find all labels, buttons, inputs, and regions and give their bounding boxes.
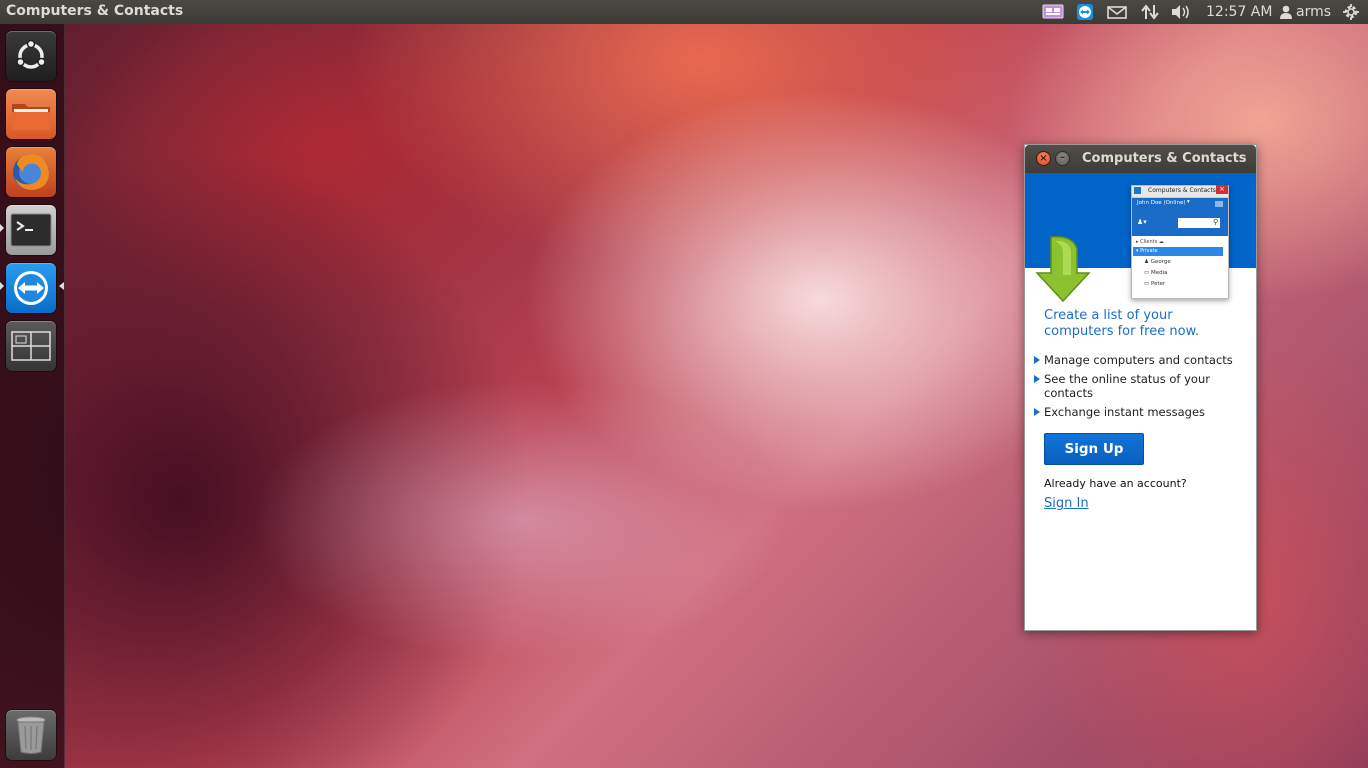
focused-indicator [59, 282, 64, 290]
window-title: Computers & Contacts [1082, 151, 1247, 166]
preview-close-icon: × [1216, 185, 1228, 194]
preview-group-private: Private [1140, 248, 1158, 254]
preview-group-private-row: ▾ Private [1133, 247, 1223, 256]
preview-user: John Doe (Online) [1137, 200, 1186, 206]
computers-contacts-window: × – Computers & Contacts Computers & Con… [1024, 144, 1257, 631]
files-launcher-button[interactable] [6, 89, 56, 139]
trash-launcher-button[interactable] [6, 710, 56, 760]
preview-contact-row: ♟ George [1144, 259, 1171, 265]
ubuntu-logo-icon [16, 39, 46, 69]
close-icon: × [1039, 153, 1048, 164]
feature-bullet: Exchange instant messages [1034, 405, 1254, 419]
volume-icon[interactable] [1170, 3, 1192, 21]
window-titlebar[interactable]: × – Computers & Contacts [1025, 145, 1256, 173]
preview-titlebar: Computers & Contacts × [1132, 185, 1228, 198]
clock[interactable]: 12:57 AM [1206, 4, 1272, 20]
teamviewer-icon [14, 271, 48, 305]
running-indicator [0, 224, 4, 232]
preview-toolbar: ♟▾ ⚲ [1132, 210, 1228, 236]
trash-icon [16, 716, 46, 754]
user-icon [1280, 5, 1292, 19]
preview-contact-row: ▭ Peter [1144, 281, 1166, 287]
indicator-icon[interactable] [1042, 3, 1064, 21]
preview-add-contact-icon: ♟▾ [1137, 218, 1147, 226]
bullet-arrow-icon [1034, 356, 1040, 364]
sign-in-link[interactable]: Sign In [1044, 496, 1089, 511]
teamviewer-launcher-button[interactable] [6, 263, 56, 313]
workspace-switcher-icon [11, 331, 51, 361]
close-button[interactable]: × [1036, 151, 1051, 166]
preview-app-icon [1134, 187, 1141, 194]
preview-chat-icon [1215, 201, 1223, 207]
minimize-icon: – [1060, 152, 1065, 163]
dash-home-button[interactable] [6, 31, 56, 81]
app-preview: Computers & Contacts × John Doe (Online)… [1131, 185, 1229, 299]
teamviewer-tray-icon[interactable] [1076, 3, 1094, 21]
feature-bullet: See the online status of your contacts [1034, 372, 1254, 400]
feature-bullet: Manage computers and contacts [1034, 353, 1254, 367]
minimize-button[interactable]: – [1055, 151, 1070, 166]
active-app-title: Computers & Contacts [6, 3, 184, 19]
preview-contact-row: ▭ Media [1144, 270, 1168, 276]
sign-up-button[interactable]: Sign Up [1044, 433, 1144, 465]
workspace-switcher-button[interactable] [6, 321, 56, 371]
headline: Create a list of your computers for free… [1044, 308, 1200, 339]
mail-icon[interactable] [1106, 3, 1128, 21]
user-menu[interactable]: arms [1280, 4, 1331, 20]
preview-group-clients: ▸ Clients ☁ [1136, 239, 1164, 245]
account-question: Already have an account? [1044, 477, 1187, 490]
preview-userbar: John Doe (Online) ▾ [1132, 198, 1228, 210]
running-indicator [0, 282, 4, 290]
network-icon[interactable] [1140, 3, 1160, 21]
folder-icon [12, 104, 50, 130]
preview-dropdown-icon: ▾ [1187, 199, 1190, 205]
firefox-launcher-button[interactable] [6, 147, 56, 197]
top-panel: Computers & Contacts 12:57 AM arms [0, 0, 1368, 24]
bullet-arrow-icon [1034, 408, 1040, 416]
preview-title: Computers & Contacts [1148, 187, 1216, 194]
user-name: arms [1296, 4, 1332, 20]
preview-search-icon: ⚲ [1213, 218, 1219, 226]
terminal-icon [10, 213, 52, 247]
firefox-icon [13, 154, 49, 190]
session-gear-icon[interactable] [1342, 3, 1360, 21]
bullet-arrow-icon [1034, 375, 1040, 383]
terminal-launcher-button[interactable] [6, 205, 56, 255]
launcher [0, 24, 65, 768]
download-arrow-icon [1035, 236, 1091, 303]
